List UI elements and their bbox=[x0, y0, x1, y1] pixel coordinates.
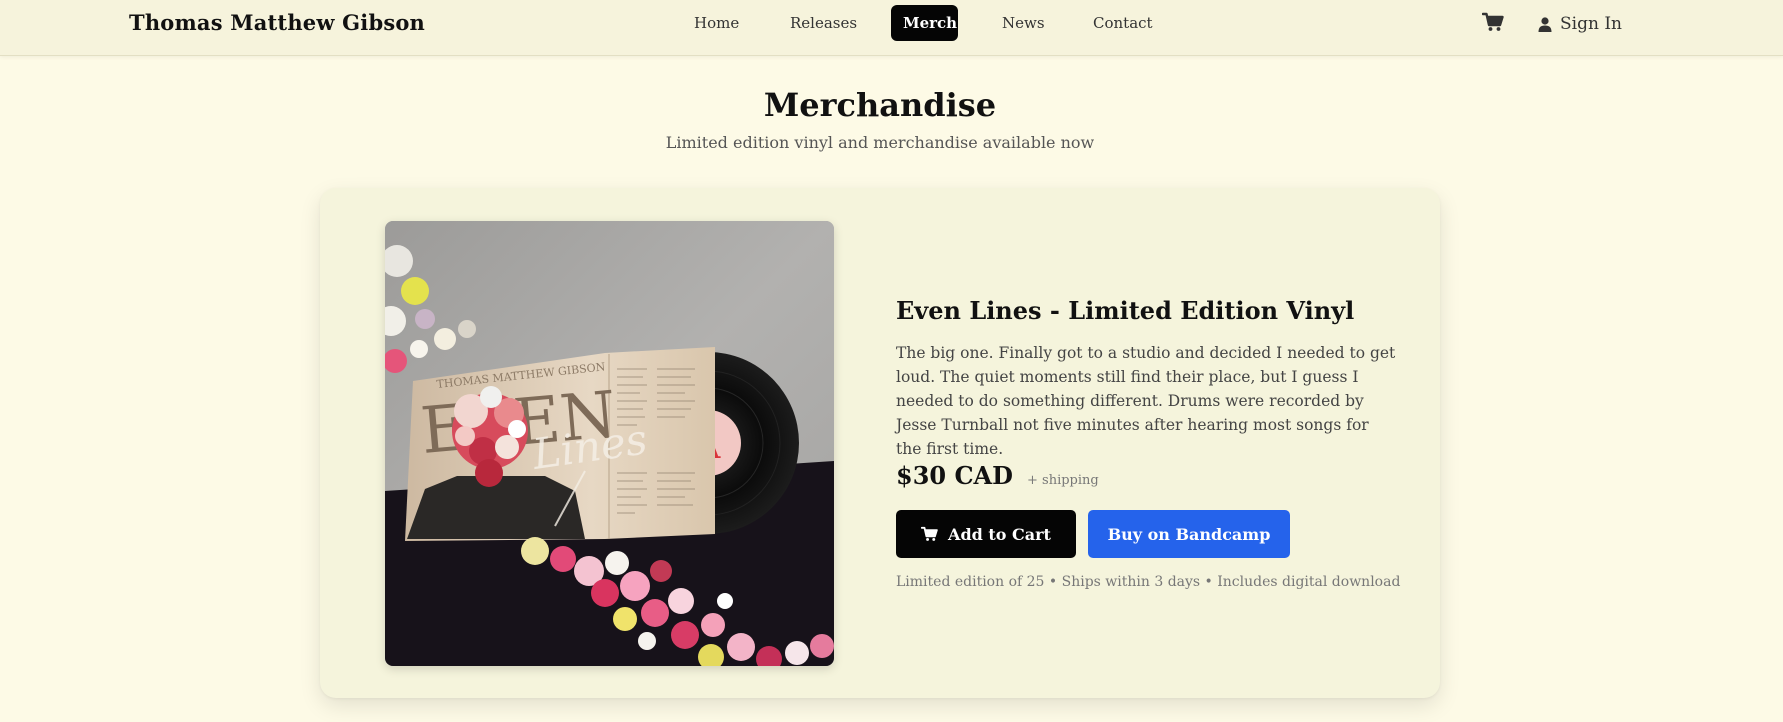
nav-releases[interactable]: Releases bbox=[778, 5, 869, 41]
nav-home[interactable]: Home bbox=[682, 5, 751, 41]
add-to-cart-label: Add to Cart bbox=[948, 524, 1051, 544]
cart-icon bbox=[1481, 12, 1504, 31]
product-card: A THOMAS MATTHEW GIBSON bbox=[320, 188, 1440, 698]
user-icon bbox=[1538, 16, 1552, 32]
nav-contact[interactable]: Contact bbox=[1081, 5, 1165, 41]
price-row: $30 CAD + shipping bbox=[896, 461, 1099, 490]
product-details-note: Limited edition of 25 • Ships within 3 d… bbox=[896, 574, 1401, 590]
buy-on-bandcamp-label: Buy on Bandcamp bbox=[1107, 524, 1271, 544]
cart-button[interactable] bbox=[1481, 12, 1508, 36]
add-to-cart-button[interactable]: Add to Cart bbox=[896, 510, 1076, 558]
navbar: Thomas Matthew Gibson Home Releases Merc… bbox=[0, 0, 1783, 56]
product-image: A THOMAS MATTHEW GIBSON bbox=[385, 221, 834, 666]
product-title: Even Lines - Limited Edition Vinyl bbox=[896, 296, 1355, 325]
shipping-note: + shipping bbox=[1027, 473, 1099, 488]
page-title: Merchandise bbox=[763, 86, 997, 124]
signin-button[interactable]: Sign In bbox=[1538, 11, 1622, 37]
cart-icon bbox=[921, 526, 938, 541]
signin-label: Sign In bbox=[1560, 14, 1622, 34]
brand-logo[interactable]: Thomas Matthew Gibson bbox=[129, 10, 425, 35]
product-description: The big one. Finally got to a studio and… bbox=[896, 344, 1396, 458]
nav-news[interactable]: News bbox=[990, 5, 1057, 41]
page-subtitle: Limited edition vinyl and merchandise av… bbox=[665, 133, 1095, 152]
buy-on-bandcamp-button[interactable]: Buy on Bandcamp bbox=[1088, 510, 1290, 558]
product-price: $30 CAD bbox=[896, 461, 1013, 490]
nav-merch[interactable]: Merch bbox=[891, 5, 958, 41]
